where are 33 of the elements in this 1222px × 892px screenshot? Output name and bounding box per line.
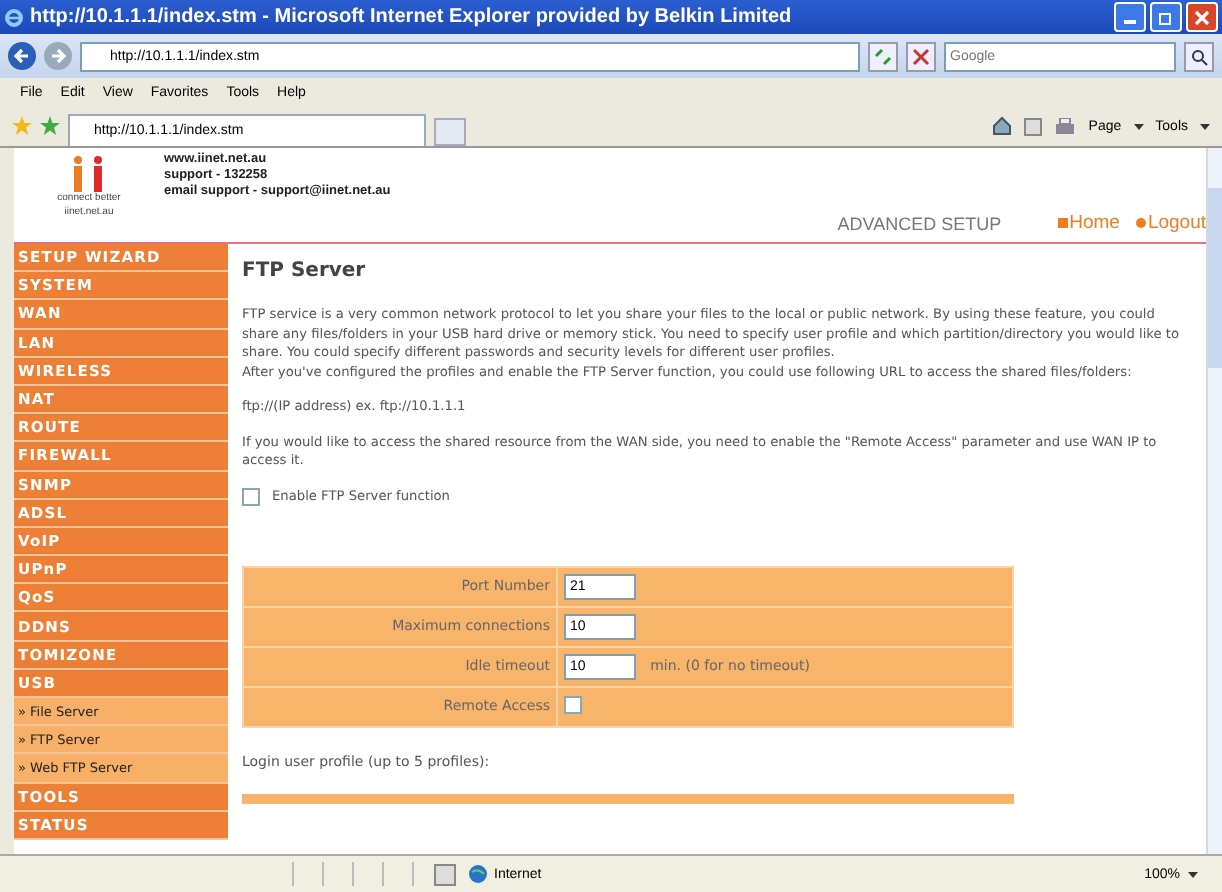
print-icon[interactable] <box>1054 117 1077 135</box>
caret-icon[interactable] <box>1200 123 1210 129</box>
logout-link[interactable]: Logout <box>1135 212 1206 234</box>
stop-button[interactable] <box>906 41 936 71</box>
restore-icon <box>1158 9 1174 25</box>
globe-icon <box>468 864 488 884</box>
enable-checkbox[interactable] <box>242 487 260 505</box>
caret-icon[interactable] <box>1133 123 1144 129</box>
page-heading: FTP Server <box>242 260 368 282</box>
favorites-star-icon[interactable] <box>12 116 32 136</box>
browser-logo-icon <box>4 7 24 27</box>
close-icon <box>1194 9 1210 25</box>
back-button[interactable] <box>8 42 36 70</box>
minimize-icon <box>1124 20 1136 24</box>
close-button[interactable] <box>1186 2 1218 32</box>
section-title: ADVANCED SETUP <box>837 213 1002 233</box>
stop-icon <box>912 47 930 65</box>
home-link[interactable]: Home <box>1057 212 1120 234</box>
forward-arrow-icon <box>48 46 68 66</box>
home-icon[interactable] <box>992 116 1013 136</box>
window-title: http://10.1.1.1/index.stm - Microsoft Internet Explorer provided by Belkin Limited <box>30 6 794 28</box>
back-arrow-icon <box>12 46 32 66</box>
add-favorite-icon[interactable] <box>40 116 60 136</box>
search-icon[interactable] <box>1184 41 1214 71</box>
refresh-icon <box>874 47 892 65</box>
scrollbar[interactable] <box>1206 148 1222 854</box>
protected-mode-icon <box>434 863 456 885</box>
restore-button[interactable] <box>1150 2 1182 32</box>
remote-access-checkbox[interactable] <box>564 695 582 713</box>
refresh-button[interactable] <box>868 41 898 71</box>
caret-icon[interactable] <box>1188 871 1198 877</box>
feeds-icon[interactable] <box>1024 117 1043 135</box>
minimize-button[interactable] <box>1114 2 1146 32</box>
